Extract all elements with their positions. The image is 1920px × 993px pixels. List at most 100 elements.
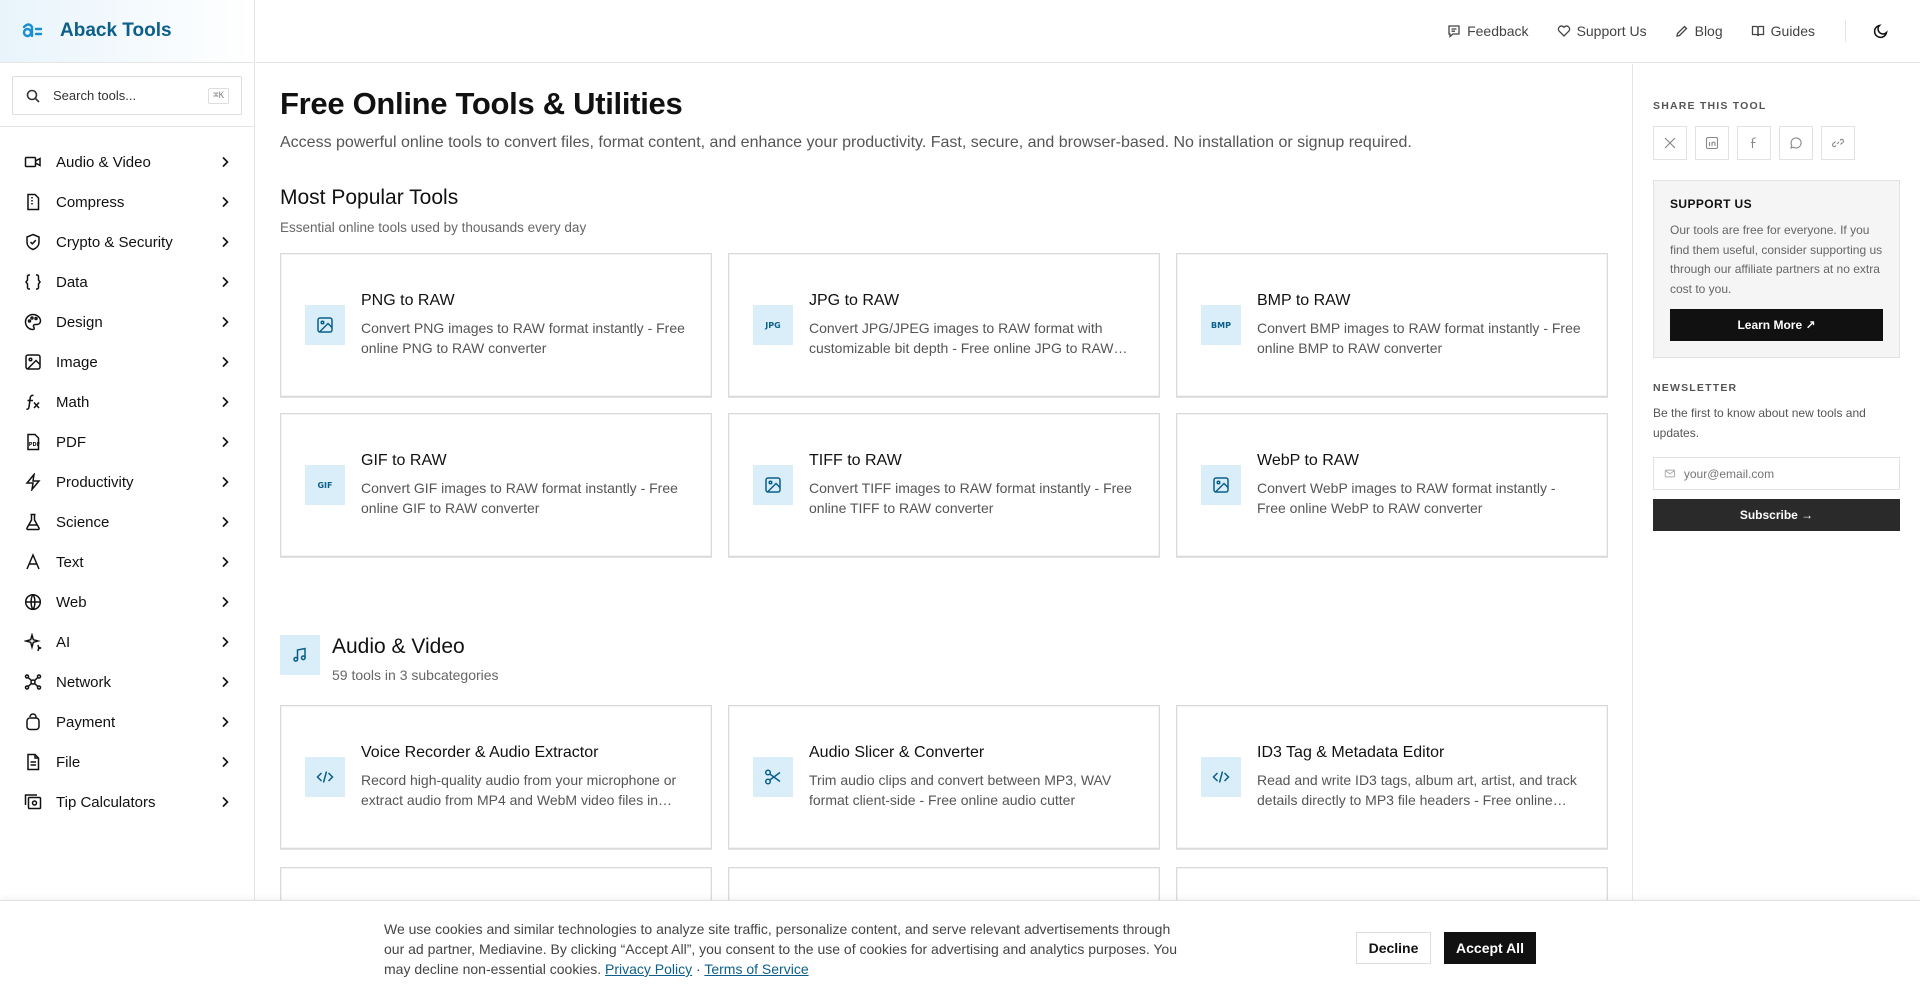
share-label: SHARE THIS TOOL xyxy=(1653,100,1767,112)
tool-card[interactable]: JPG JPG to RAW Convert JPG/JPEG images to … xyxy=(728,253,1160,397)
image-icon xyxy=(305,305,345,345)
card-description: Convert GIF images to RAW format instant… xyxy=(361,480,678,516)
sidebar-item-image[interactable]: Image xyxy=(0,342,254,382)
pdf-icon: PDF xyxy=(24,433,42,451)
share-row xyxy=(1653,126,1900,160)
chevron-right-icon xyxy=(218,235,232,249)
sidebar-item-label: Data xyxy=(56,273,88,291)
sidebar-item-productivity[interactable]: Productivity xyxy=(0,462,254,502)
header-divider xyxy=(1845,20,1846,42)
card-title: Audio Slicer & Converter xyxy=(809,744,985,761)
share-link-button[interactable] xyxy=(1821,126,1855,160)
image-icon xyxy=(753,465,793,505)
search-wrap: Search tools... ⌘K xyxy=(0,63,254,127)
sidebar-item-text[interactable]: Text xyxy=(0,542,254,582)
email-input[interactable] xyxy=(1683,466,1889,481)
sidebar-item-web[interactable]: Web xyxy=(0,582,254,622)
support-box: SUPPORT US Our tools are free for everyo… xyxy=(1653,180,1900,358)
mail-icon xyxy=(1664,469,1676,478)
link-icon xyxy=(1832,138,1844,148)
scissors-icon xyxy=(753,757,793,797)
card-title: PNG to RAW xyxy=(361,292,455,309)
sidebar-item-design[interactable]: Design xyxy=(0,302,254,342)
chevron-right-icon xyxy=(218,555,232,569)
brand[interactable]: Aback Tools xyxy=(0,0,254,63)
card-body: ID3 Tag & Metadata Editor Read and write … xyxy=(1257,744,1583,810)
privacy-policy-link[interactable]: Privacy Policy xyxy=(605,961,692,977)
right-panel: SHARE THIS TOOL SUPPORT US Our tools are… xyxy=(1632,64,1920,993)
chevron-right-icon xyxy=(218,675,232,689)
share-facebook-button[interactable] xyxy=(1737,126,1771,160)
chevron-right-icon xyxy=(218,795,232,809)
message-icon xyxy=(1448,25,1460,38)
email-field[interactable] xyxy=(1653,457,1900,490)
shield-icon xyxy=(24,233,42,251)
blog-link[interactable]: Blog xyxy=(1675,23,1723,39)
facebook-icon xyxy=(1751,137,1756,148)
file-archive-icon xyxy=(24,193,42,211)
decline-button[interactable]: Decline xyxy=(1356,932,1431,964)
sidebar-item-label: Tip Calculators xyxy=(56,793,156,811)
gif-icon-badge: GIF xyxy=(317,480,333,490)
sidebar-item-label: File xyxy=(56,753,81,771)
sidebar-item-crypto-security[interactable]: Crypto & Security xyxy=(0,222,254,262)
sidebar-item-network[interactable]: Network xyxy=(0,662,254,702)
support-us-link[interactable]: Support Us xyxy=(1557,23,1647,39)
support-text: Our tools are free for everyone. If you … xyxy=(1670,223,1883,296)
sidebar-item-label: Math xyxy=(56,393,90,411)
sidebar-item-compress[interactable]: Compress xyxy=(0,182,254,222)
sidebar-item-ai[interactable]: AI xyxy=(0,622,254,662)
main-content: Free Online Tools & Utilities Access pow… xyxy=(256,64,1632,993)
popular-tools-grid: PNG to RAW Convert PNG images to RAW form… xyxy=(280,253,1632,557)
file-icon xyxy=(24,753,42,771)
share-linkedin-button[interactable] xyxy=(1695,126,1729,160)
card-description: Convert WebP images to RAW format instan… xyxy=(1257,480,1556,516)
accept-all-button[interactable]: Accept All xyxy=(1444,932,1536,964)
guides-link[interactable]: Guides xyxy=(1751,23,1815,39)
tool-card[interactable]: Audio Slicer & Converter Trim audio clips… xyxy=(728,705,1160,849)
terms-of-service-link[interactable]: Terms of Service xyxy=(704,961,808,977)
sidebar-item-label: Network xyxy=(56,673,112,691)
share-whatsapp-button[interactable] xyxy=(1779,126,1813,160)
sidebar-item-payment[interactable]: Payment xyxy=(0,702,254,742)
newsletter-label: NEWSLETTER xyxy=(1653,382,1738,394)
header: Feedback Support Us Blog Guides xyxy=(256,0,1920,63)
search-input[interactable]: Search tools... ⌘K xyxy=(12,76,242,115)
image-icon xyxy=(1201,465,1241,505)
tool-card[interactable]: WebP to RAW Convert WebP images to RAW fo… xyxy=(1176,413,1608,557)
tool-card[interactable]: TIFF to RAW Convert TIFF images to RAW fo… xyxy=(728,413,1160,557)
tool-card[interactable]: PNG to RAW Convert PNG images to RAW form… xyxy=(280,253,712,397)
support-us-label: Support Us xyxy=(1576,23,1647,39)
card-title: JPG to RAW xyxy=(809,292,900,309)
sidebar-item-data[interactable]: Data xyxy=(0,262,254,302)
sidebar-item-science[interactable]: Science xyxy=(0,502,254,542)
svg-text:PDF: PDF xyxy=(29,442,40,448)
subscribe-button[interactable]: Subscribe → xyxy=(1653,499,1900,531)
tool-card[interactable]: Voice Recorder & Audio Extractor Record h… xyxy=(280,705,712,849)
search-icon xyxy=(26,89,40,103)
popular-title: Most Popular Tools xyxy=(280,186,459,209)
tool-card[interactable]: GIF GIF to RAW Convert GIF images to RAW f… xyxy=(280,413,712,557)
learn-more-button[interactable]: Learn More ↗ xyxy=(1670,309,1883,341)
sidebar-item-audio-video[interactable]: Audio & Video xyxy=(0,142,254,182)
card-description: Convert BMP images to RAW format instant… xyxy=(1257,320,1581,356)
chevron-right-icon xyxy=(218,515,232,529)
newsletter-text: Be the first to know about new tools and… xyxy=(1653,406,1866,440)
share-x-button[interactable] xyxy=(1653,126,1687,160)
sidebar-item-tip-calculators[interactable]: Tip Calculators xyxy=(0,782,254,822)
sidebar-item-math[interactable]: Math xyxy=(0,382,254,422)
moon-icon[interactable] xyxy=(1872,22,1890,40)
audio-video-grid: Voice Recorder & Audio Extractor Record h… xyxy=(280,705,1632,849)
pencil-icon xyxy=(1675,25,1688,37)
tool-card[interactable]: ID3 Tag & Metadata Editor Read and write … xyxy=(1176,705,1608,849)
sidebar-item-label: Text xyxy=(56,553,84,571)
jpg-icon-badge: JPG xyxy=(765,320,781,330)
sidebar-item-file[interactable]: File xyxy=(0,742,254,782)
brand-name: Aback Tools xyxy=(60,20,172,41)
page-description: Access powerful online tools to convert … xyxy=(280,134,1412,151)
sidebar-item-pdf[interactable]: PDF PDF xyxy=(0,422,254,462)
feedback-link[interactable]: Feedback xyxy=(1447,23,1529,39)
chevron-right-icon xyxy=(218,395,232,409)
book-icon xyxy=(1751,25,1764,37)
tool-card[interactable]: BMP BMP to RAW Convert BMP images to RAW f… xyxy=(1176,253,1608,397)
